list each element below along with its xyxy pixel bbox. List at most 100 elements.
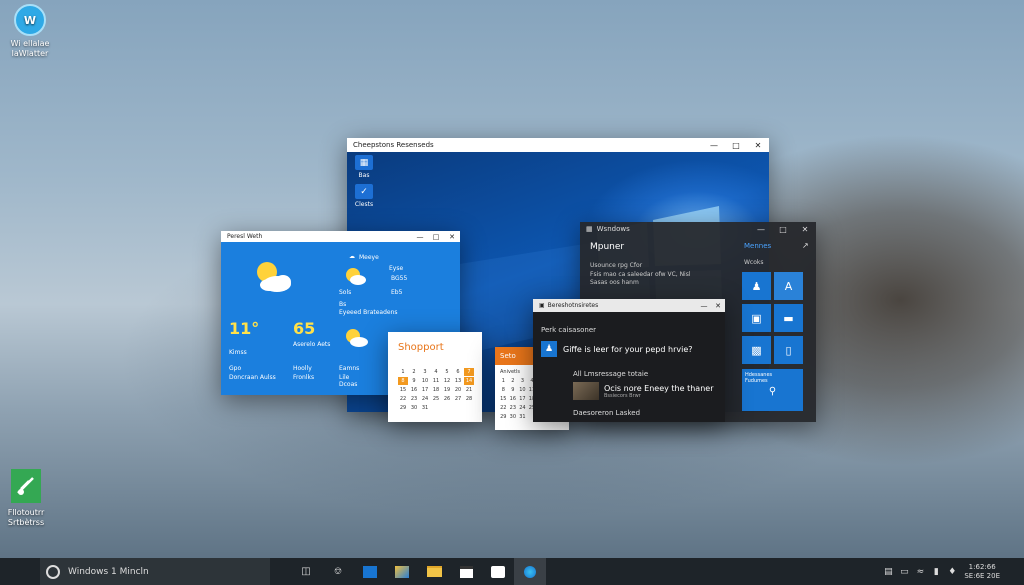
tile-folder[interactable]: ▬ (774, 304, 803, 332)
calendar-day[interactable]: 15 (499, 395, 508, 403)
calendar-day[interactable]: 19 (442, 386, 452, 394)
calendar-day[interactable]: 31 (518, 413, 527, 421)
calendar-day[interactable]: 1 (398, 368, 408, 376)
close-button[interactable]: ✕ (747, 138, 769, 152)
start-button[interactable] (0, 558, 20, 585)
calendar-day[interactable]: 2 (509, 377, 518, 385)
calendar-day[interactable]: 21 (464, 386, 474, 394)
calendar-day[interactable]: 7 (464, 368, 474, 376)
tile-store[interactable]: ▣ (742, 304, 771, 332)
tile-maps[interactable]: Hdessanes Fudumes ⚲ (742, 369, 803, 411)
calendar-day[interactable]: 27 (453, 395, 463, 403)
notification-panel[interactable]: ▣ Bereshotnsiretes — ✕ Perk caisasoner ♟… (533, 299, 725, 422)
task-view-icon[interactable]: ◫ (290, 558, 322, 585)
calendar-day[interactable]: 8 (398, 377, 408, 385)
tile-video[interactable]: ▩ (742, 336, 771, 364)
main-window-titlebar[interactable]: Cheepstons Resenseds — □ ✕ (347, 138, 769, 152)
pin-icon[interactable]: ⎊ (322, 558, 354, 585)
calendar-day[interactable]: 16 (509, 395, 518, 403)
calendar-day[interactable]: 23 (409, 395, 419, 403)
side-app-1[interactable]: ▦ Bas (351, 155, 377, 179)
close-button[interactable]: ✕ (711, 299, 725, 312)
notification-title: Bereshotnsiretes (547, 302, 599, 309)
calendar-day[interactable]: 31 (420, 404, 430, 412)
maximize-button[interactable]: □ (428, 231, 444, 242)
minimize-button[interactable]: — (750, 222, 772, 236)
calendar-day[interactable]: 3 (518, 377, 527, 385)
maximize-button[interactable]: □ (725, 138, 747, 152)
notification-item-1[interactable]: ♟ Giffe is leer for your pepd hrvie? (541, 341, 693, 357)
calendar-day[interactable]: 9 (509, 386, 518, 394)
calendar-day[interactable]: 29 (398, 404, 408, 412)
calendar-day[interactable]: 9 (409, 377, 419, 385)
media-app-icon[interactable] (514, 558, 546, 585)
calendar-day[interactable]: 1 (499, 377, 508, 385)
calendar-day[interactable]: 29 (499, 413, 508, 421)
notification-titlebar[interactable]: ▣ Bereshotnsiretes — ✕ (533, 299, 725, 312)
side-app-2-label: Clests (354, 201, 374, 208)
support-calendar-grid[interactable]: 1 2 3 4 5 6 7 8 9 10 11 12 13 14 15 16 17 18 19 20 21 22 23 24 2… (398, 368, 474, 412)
tray-battery-icon[interactable]: ▮ (930, 566, 942, 578)
tile-people[interactable]: ♟ (742, 272, 771, 300)
calendar-day[interactable]: 24 (518, 404, 527, 412)
small-sun-icon (346, 268, 366, 285)
tile-phone[interactable]: ▯ (774, 336, 803, 364)
calendar-day[interactable]: 8 (499, 386, 508, 394)
temp-left: 11° (229, 319, 260, 338)
file-explorer-icon[interactable] (418, 558, 450, 585)
calendar-day[interactable]: 11 (431, 377, 441, 385)
close-button[interactable]: ✕ (444, 231, 460, 242)
calendar-day[interactable]: 5 (442, 368, 452, 376)
calendar-day[interactable]: 30 (509, 413, 518, 421)
calendar-day[interactable]: 18 (431, 386, 441, 394)
calendar-day[interactable]: 4 (431, 368, 441, 376)
calendar-day[interactable]: 15 (398, 386, 408, 394)
side-app-2[interactable]: ✓ Clests (351, 184, 377, 208)
close-button[interactable]: ✕ (794, 222, 816, 236)
calendar-day[interactable]: 6 (453, 368, 463, 376)
calendar-day[interactable]: 22 (398, 395, 408, 403)
calendar-day[interactable]: 14 (464, 377, 474, 385)
calendar-day[interactable]: 23 (509, 404, 518, 412)
calendar-day[interactable]: 10 (420, 377, 430, 385)
calendar-day[interactable]: 17 (518, 395, 527, 403)
tile-font[interactable]: A (774, 272, 803, 300)
calendar-day[interactable]: 2 (409, 368, 419, 376)
calendar-day[interactable]: 10 (518, 386, 527, 394)
calendar-day[interactable]: 30 (409, 404, 419, 412)
tray-volume-icon[interactable]: ♦ (946, 566, 958, 578)
support-popup[interactable]: Shopport 1 2 3 4 5 6 7 8 9 10 11 12 13 14 15 16 17 18 19 20… (388, 332, 482, 422)
calendar-day[interactable]: 26 (442, 395, 452, 403)
tray-wifi-icon[interactable]: ≈ (914, 566, 926, 578)
weather-titlebar[interactable]: Peresl Weth — □ ✕ (221, 231, 460, 242)
store-icon: ▣ (751, 311, 762, 325)
minimize-button[interactable]: — (412, 231, 428, 242)
minimize-button[interactable]: — (703, 138, 725, 152)
taskbar-app-blue-icon[interactable] (354, 558, 386, 585)
start-heading: Mpuner (590, 242, 625, 252)
calendar-day[interactable]: 22 (499, 404, 508, 412)
tiles-share-icon[interactable]: ↗ (802, 241, 809, 250)
calendar-day[interactable]: 12 (442, 377, 452, 385)
calendar-day[interactable]: 24 (420, 395, 430, 403)
minimize-button[interactable]: — (697, 299, 711, 312)
photos-icon[interactable] (386, 558, 418, 585)
taskbar-search-box[interactable]: Windows 1 Mincln (40, 558, 270, 585)
calendar-day[interactable]: 28 (464, 395, 474, 403)
desktop-icon-top[interactable]: W Wi ellalae laWlatter (0, 4, 60, 59)
store-app-icon[interactable] (482, 558, 514, 585)
calendar-day[interactable]: 13 (453, 377, 463, 385)
start-titlebar[interactable]: ▦ Wsndows — □ ✕ (580, 222, 816, 236)
calendar-day[interactable]: 17 (420, 386, 430, 394)
calendar-app-icon[interactable] (450, 558, 482, 585)
notification-item-3[interactable]: Ocis nore Eneey the thaner Bssiecors Brw… (573, 382, 713, 400)
calendar-day[interactable]: 16 (409, 386, 419, 394)
calendar-day[interactable]: 20 (453, 386, 463, 394)
desktop-icon-bottom[interactable]: Fllotoutrr Srtbètrss (0, 469, 56, 528)
calendar-day[interactable]: 3 (420, 368, 430, 376)
maximize-button[interactable]: □ (772, 222, 794, 236)
calendar-day[interactable]: 25 (431, 395, 441, 403)
taskbar-clock[interactable]: 1:62:66 SE:6E 20E (964, 563, 1000, 581)
tray-network-icon[interactable]: ▤ (882, 566, 894, 578)
tray-folder-icon[interactable]: ▭ (898, 566, 910, 578)
